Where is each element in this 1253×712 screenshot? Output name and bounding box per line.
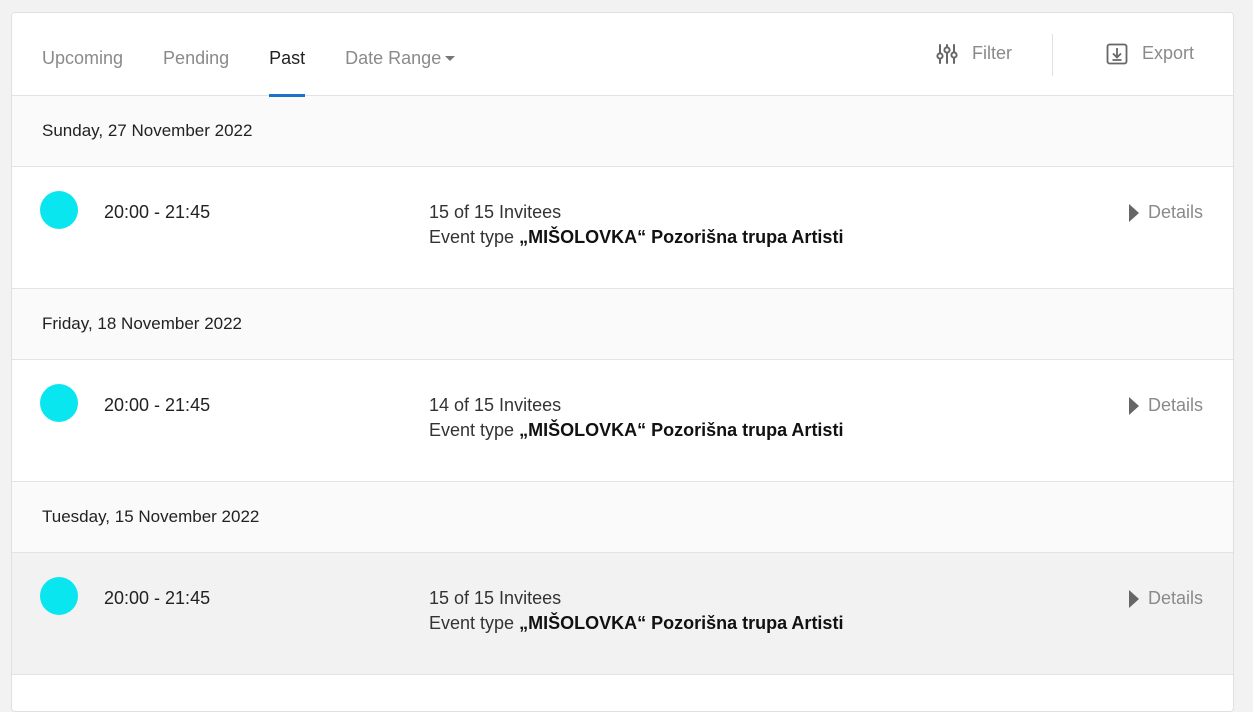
details-label: Details <box>1147 395 1203 415</box>
date-header: Tuesday, 15 November 2022 <box>12 482 1233 553</box>
date-label: Sunday, 27 November 2022 <box>42 121 253 140</box>
event-color-dot <box>40 191 78 229</box>
event-info: 14 of 15 Invitees Event type „MIŠOLOVKA“… <box>429 395 843 445</box>
event-type-name: „MIŠOLOVKA“ Pozorišna trupa Artisti <box>519 613 844 633</box>
event-color-dot <box>40 384 78 422</box>
toolbar-actions: Filter Export <box>936 13 1233 96</box>
tab-bar: Upcoming Pending Past Date Range <box>42 13 495 97</box>
export-button[interactable]: Export <box>1106 43 1194 67</box>
tab-upcoming[interactable]: Upcoming <box>42 13 123 96</box>
tab-past[interactable]: Past <box>269 13 306 97</box>
event-type-prefix: Event type <box>429 420 515 440</box>
invitees-count: 15 of 15 Invitees <box>429 588 562 608</box>
date-label: Friday, 18 November 2022 <box>42 314 243 333</box>
event-type-prefix: Event type <box>429 227 515 247</box>
tab-pending[interactable]: Pending <box>163 13 229 96</box>
date-header: Sunday, 27 November 2022 <box>12 96 1233 167</box>
caret-right-icon <box>1128 396 1139 415</box>
event-info: 15 of 15 Invitees Event type „MIŠOLOVKA“… <box>429 202 843 252</box>
tab-date-range[interactable]: Date Range <box>345 13 456 96</box>
tab-past-label: Past <box>269 48 306 68</box>
date-header: Friday, 18 November 2022 <box>12 289 1233 360</box>
details-button[interactable]: Details <box>1128 202 1203 223</box>
events-panel: Upcoming Pending Past Date Range Filter … <box>11 12 1234 712</box>
details-label: Details <box>1147 202 1203 222</box>
caret-down-icon <box>445 56 456 61</box>
event-type-name: „MIŠOLOVKA“ Pozorišna trupa Artisti <box>519 227 844 247</box>
tab-date-range-label: Date Range <box>345 48 442 68</box>
filter-button[interactable]: Filter <box>936 43 1012 67</box>
details-button[interactable]: Details <box>1128 395 1203 416</box>
invitees-count: 15 of 15 Invitees <box>429 202 562 222</box>
toolbar-divider <box>1051 33 1053 76</box>
event-row[interactable]: 20:00 - 21:45 15 of 15 Invitees Event ty… <box>12 553 1233 675</box>
caret-right-icon <box>1128 203 1139 222</box>
tab-pending-label: Pending <box>163 48 230 68</box>
details-label: Details <box>1147 588 1203 608</box>
event-type-prefix: Event type <box>429 613 515 633</box>
event-type-name: „MIŠOLOVKA“ Pozorišna trupa Artisti <box>519 420 844 440</box>
caret-right-icon <box>1128 589 1139 608</box>
date-label: Tuesday, 15 November 2022 <box>42 507 260 526</box>
event-time: 20:00 - 21:45 <box>104 202 211 222</box>
event-type: Event type „MIŠOLOVKA“ Pozorišna trupa A… <box>429 415 843 445</box>
event-type: Event type „MIŠOLOVKA“ Pozorišna trupa A… <box>429 608 843 638</box>
event-info: 15 of 15 Invitees Event type „MIŠOLOVKA“… <box>429 588 843 638</box>
invitees-count: 14 of 15 Invitees <box>429 395 562 415</box>
sliders-icon <box>936 43 958 64</box>
tab-upcoming-label: Upcoming <box>42 48 124 68</box>
export-label: Export <box>1141 43 1194 63</box>
event-row[interactable]: 20:00 - 21:45 15 of 15 Invitees Event ty… <box>12 167 1233 289</box>
event-row[interactable]: 20:00 - 21:45 14 of 15 Invitees Event ty… <box>12 360 1233 482</box>
event-type: Event type „MIŠOLOVKA“ Pozorišna trupa A… <box>429 222 843 252</box>
event-time: 20:00 - 21:45 <box>104 395 211 415</box>
filter-label: Filter <box>971 43 1012 63</box>
download-icon <box>1106 43 1128 64</box>
event-color-dot <box>40 577 78 615</box>
event-time: 20:00 - 21:45 <box>104 588 211 608</box>
details-button[interactable]: Details <box>1128 588 1203 609</box>
toolbar: Upcoming Pending Past Date Range Filter … <box>12 13 1233 97</box>
